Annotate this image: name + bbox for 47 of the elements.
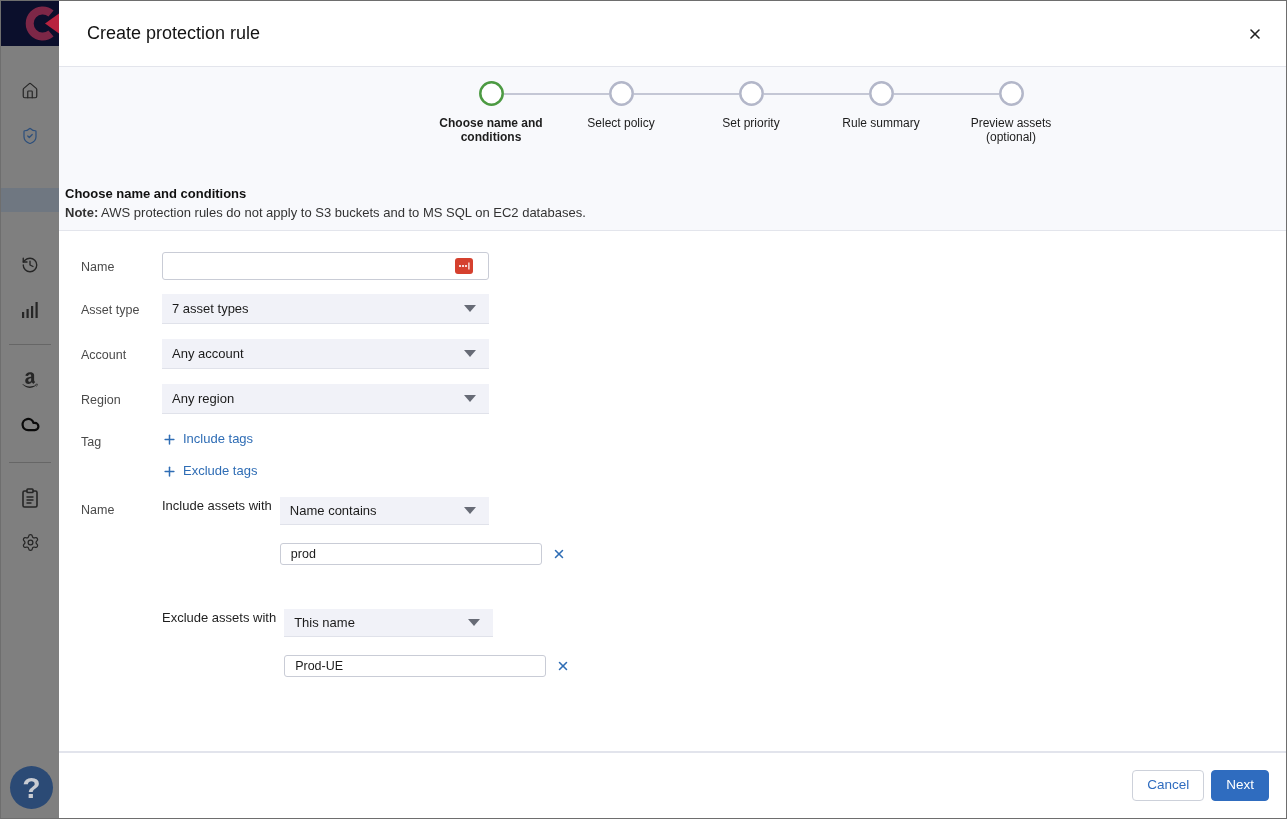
history-icon[interactable] [21, 255, 39, 274]
add-tag-link[interactable]: Include tags [162, 429, 258, 449]
name-input-field[interactable]: Prod-UE [284, 655, 547, 677]
home-icon[interactable] [21, 81, 39, 100]
dropdown[interactable]: Name contains [279, 497, 489, 525]
dropdown[interactable]: Any account [162, 339, 489, 369]
field-label: Name [81, 503, 115, 517]
filter-label: Include assets with [162, 497, 272, 515]
plus-icon [162, 431, 177, 447]
add-tag-link[interactable]: Exclude tags [162, 461, 258, 481]
step-label: Select policy [586, 116, 656, 130]
field-label: Region [81, 393, 121, 407]
dropdown[interactable]: This name [284, 609, 494, 637]
step-label: Preview assets (optional) [969, 116, 1053, 144]
name-input-field[interactable]: prod [279, 543, 542, 565]
cancel-button[interactable]: Cancel [1132, 770, 1205, 801]
caret-icon [464, 350, 476, 357]
dropdown[interactable]: Any region [162, 384, 489, 414]
note-text: Note: AWS protection rules do not apply to S3 buckets and to MS SQL on EC2 databases. [65, 204, 587, 222]
field-label: Tag [81, 435, 102, 449]
next-button[interactable]: Next [1211, 770, 1269, 801]
sidebar-highlight-bar [1, 188, 59, 212]
ellipsis-tile-icon[interactable] [455, 258, 473, 274]
logo-icon [1, 1, 59, 46]
filter-label: Exclude assets with [162, 609, 277, 627]
cloud-icon[interactable] [20, 415, 40, 434]
field-label: Asset type [81, 303, 140, 317]
dialog-title: Create protection rule [87, 22, 261, 45]
plus-icon [162, 463, 177, 479]
shield-check-icon[interactable] [21, 126, 39, 145]
caret-icon [464, 305, 476, 312]
caret-icon [463, 507, 476, 514]
field-label: Name [81, 260, 115, 274]
field-label: Account [81, 348, 127, 362]
section-title: Choose name and conditions [65, 185, 248, 203]
help-button[interactable]: ? [10, 766, 53, 809]
bar-chart-icon[interactable] [21, 300, 39, 319]
caret-icon [468, 619, 481, 626]
caret-icon [464, 395, 476, 402]
dropdown[interactable]: 7 asset types [162, 294, 489, 324]
settings-icon[interactable] [20, 533, 40, 552]
name-field[interactable] [162, 252, 489, 280]
step-label: Rule summary [841, 116, 921, 130]
amazon-icon[interactable] [21, 370, 39, 389]
clipboard-icon[interactable] [22, 487, 38, 508]
step-label: Set priority [721, 116, 781, 130]
step-label: Choose name and conditions [438, 116, 544, 144]
